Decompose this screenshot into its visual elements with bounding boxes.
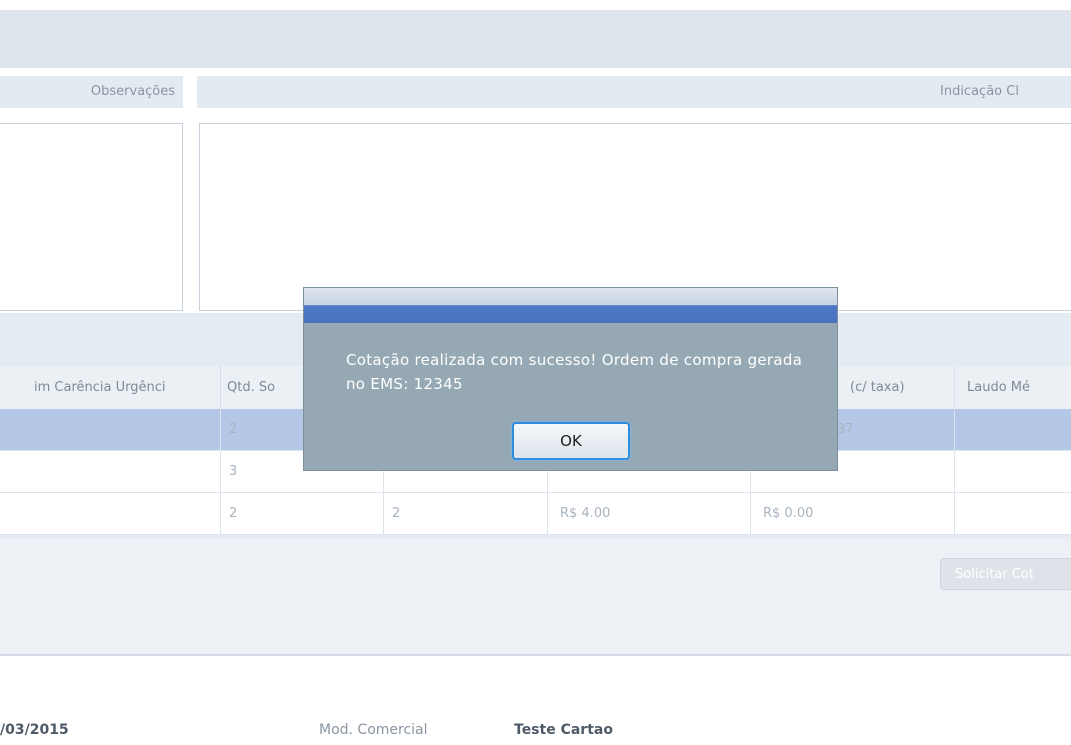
cell-carencia bbox=[0, 493, 221, 534]
success-dialog: Cotação realizada com sucesso! Ordem de … bbox=[303, 287, 838, 471]
observacoes-textarea[interactable] bbox=[0, 123, 183, 311]
solicitar-cotacao-button[interactable]: Solicitar Cot bbox=[940, 558, 1071, 590]
observacoes-header: Observações bbox=[0, 76, 183, 108]
cell-4: R$ 4.00 bbox=[548, 493, 751, 534]
col-header-carencia[interactable]: im Carência Urgênci bbox=[0, 366, 221, 409]
mod-comercial-value: Teste Cartao bbox=[514, 722, 613, 738]
cell-carencia bbox=[0, 409, 221, 450]
dialog-title-bar[interactable] bbox=[304, 288, 837, 323]
cell-laudo bbox=[955, 409, 1071, 450]
indicacao-label: Indicação Cl bbox=[940, 84, 1019, 99]
mod-comercial-label: Mod. Comercial bbox=[319, 722, 428, 738]
footer-date: /03/2015 bbox=[0, 722, 69, 738]
cell-laudo bbox=[955, 451, 1071, 492]
cell-qtd-sol: 2 bbox=[221, 493, 384, 534]
cell-3: 2 bbox=[384, 493, 548, 534]
divider bbox=[0, 654, 1071, 656]
cell-laudo bbox=[955, 493, 1071, 534]
header-bar bbox=[0, 10, 1071, 68]
ok-button[interactable]: OK bbox=[512, 422, 630, 460]
cell-carencia bbox=[0, 451, 221, 492]
observacoes-label: Observações bbox=[90, 84, 175, 99]
top-strip bbox=[0, 0, 1071, 10]
cell-valor-taxa: R$ 0.00 bbox=[751, 493, 955, 534]
col-header-laudo[interactable]: Laudo Mé bbox=[955, 366, 1071, 409]
dialog-message: Cotação realizada com sucesso! Ordem de … bbox=[346, 351, 803, 393]
indicacao-textarea[interactable] bbox=[199, 123, 1071, 311]
action-area bbox=[0, 539, 1071, 654]
indicacao-header: Indicação Cl bbox=[197, 76, 1071, 108]
table-row[interactable]: 2 2 R$ 4.00 R$ 0.00 bbox=[0, 493, 1071, 535]
